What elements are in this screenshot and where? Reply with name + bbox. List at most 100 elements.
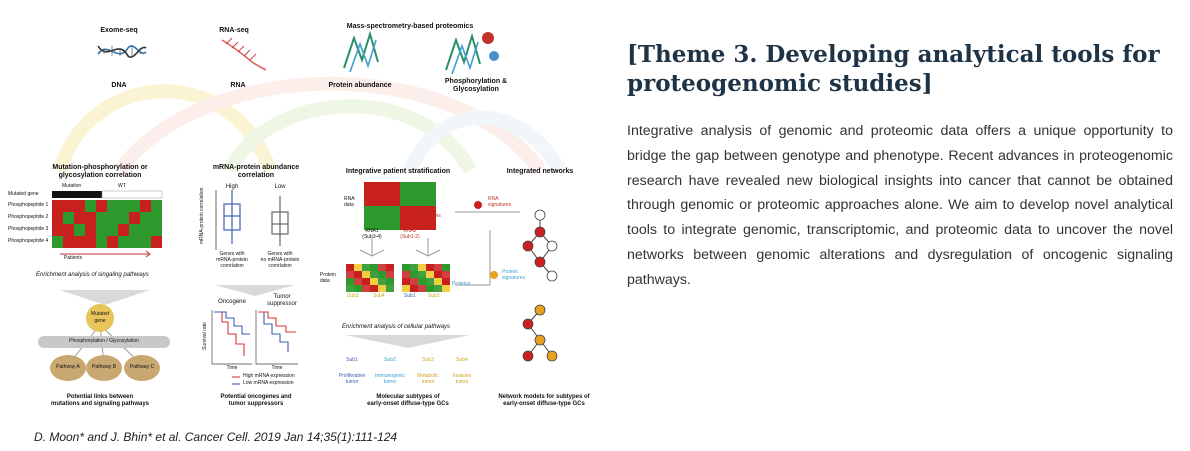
panel1-title-line1: Mutation-phosphorylation or <box>52 164 148 171</box>
heatmap-cell <box>346 278 354 285</box>
sub3-label-top: Sub3 <box>347 293 359 299</box>
rna-label: RNA <box>230 82 246 89</box>
phosphopeptide-1: Phosphopeptide 1 <box>8 202 49 208</box>
rna-signatures-label-2: signatures <box>488 202 512 208</box>
heatmap-cell <box>402 278 410 285</box>
heatmap-cell <box>362 278 370 285</box>
heatmap-cell <box>391 214 400 222</box>
panel2-title-line1: mRNA-protein abundance <box>212 164 300 171</box>
rna1-sub-label: (Sub3-4) <box>362 234 382 240</box>
pathway-b: Pathway B <box>92 364 116 370</box>
heatmap-cell <box>402 264 410 271</box>
heatmap-cell <box>418 271 426 278</box>
suppressor-label: suppressor <box>267 301 297 307</box>
network-bottom <box>527 309 553 357</box>
heatmap-cell <box>427 190 436 198</box>
panel1-caption-line2: mutations and signaling pathways <box>50 401 150 407</box>
heatmap-cell <box>129 224 140 236</box>
heatmap-cell <box>151 236 162 248</box>
heatmap-cell <box>442 271 450 278</box>
panel2-caption-line1: Potential oncogenes and <box>220 394 292 400</box>
heatmap-cell <box>378 278 386 285</box>
heatmap-cell <box>418 264 426 271</box>
heatmap-cell <box>402 285 410 292</box>
theme-description: Integrative analysis of genomic and prot… <box>627 123 1173 288</box>
heatmap-cell <box>409 214 418 222</box>
heatmap-cell <box>410 264 418 271</box>
protein-abundance-label: Protein abundance <box>328 82 392 89</box>
heatmap-cell <box>364 206 373 214</box>
background-arcs <box>53 76 567 175</box>
mutated-gene-label: Mutated gene <box>8 191 39 197</box>
subtype-4-label: Sub4 <box>456 357 468 363</box>
heatmap-cell <box>427 198 436 206</box>
heatmap-cell <box>400 182 409 190</box>
heatmap-cell <box>354 264 362 271</box>
heatmap-cell <box>373 182 382 190</box>
down-arrow-3 <box>345 335 470 348</box>
heatmap-cell <box>354 278 362 285</box>
citation: D. Moon* and J. Bhin* et al. Cancer Cell… <box>34 430 398 444</box>
heatmap-cell <box>434 264 442 271</box>
heatmap-cell <box>346 285 354 292</box>
rna-heatmap <box>364 182 436 230</box>
protein-heatmaps <box>346 264 450 292</box>
heatmap-cell <box>107 224 118 236</box>
oncogene-label: Oncogene <box>218 299 246 305</box>
phosphopeptide-4: Phosphopeptide 4 <box>8 238 49 244</box>
heatmap-cell <box>409 206 418 214</box>
rna-data-label-2: data <box>344 202 354 208</box>
heatmap-cell <box>402 271 410 278</box>
heatmap-cell <box>96 224 107 236</box>
ms-proteomics-label: Mass-spectrometry-based proteomics <box>346 23 474 30</box>
heatmap-cell <box>442 264 450 271</box>
heatmap-cell <box>410 271 418 278</box>
panel3-caption-line1: Molecular subtypes of <box>376 394 440 400</box>
heatmap-cell <box>74 236 85 248</box>
subtype-1-label: Sub1 <box>346 357 358 363</box>
heatmap-cell <box>382 214 391 222</box>
heatmap-cell <box>118 236 129 248</box>
heatmap-cell <box>364 190 373 198</box>
network-bottom-nodes <box>522 304 558 362</box>
heatmap-cell <box>426 285 434 292</box>
correlation-label-1: correlation <box>220 263 244 269</box>
patients-label: Patients <box>64 255 83 261</box>
heatmap-cell <box>52 224 63 236</box>
panel4-caption-line1: Network models for subtypes of <box>498 394 590 400</box>
heatmap-cell <box>85 212 96 224</box>
heatmap-cell <box>409 182 418 190</box>
heatmap-cell <box>373 206 382 214</box>
genes-label: Genes <box>426 213 441 219</box>
heatmap-cell <box>418 190 427 198</box>
rna-signature-dot <box>474 201 482 209</box>
exome-seq-label: Exome-seq <box>100 27 138 34</box>
heatmap-cell <box>74 224 85 236</box>
figure-graphics <box>38 30 567 385</box>
heatmap-cell <box>129 200 140 212</box>
sub4-label-top: Sub4 <box>373 293 385 299</box>
heatmap-cell <box>426 264 434 271</box>
heatmap-cell <box>382 182 391 190</box>
heatmap-cell <box>118 212 129 224</box>
mutation-label: Mutation <box>62 183 82 189</box>
heatmap-cell <box>354 271 362 278</box>
sub1-label-top: Sub1 <box>404 293 416 299</box>
heatmap-cell <box>442 285 450 292</box>
pathway-c: Pathway C <box>129 364 155 370</box>
heatmap-cell <box>382 198 391 206</box>
heatmap-cell <box>362 271 370 278</box>
heatmap-cell <box>96 212 107 224</box>
heatmap-cell <box>386 264 394 271</box>
subtype-1-tumor: tumor <box>345 379 359 385</box>
heatmap-cell <box>140 212 151 224</box>
panel1-caption-line1: Potential links between <box>66 394 134 400</box>
heatmap-cell <box>107 212 118 224</box>
heatmap-cell <box>410 285 418 292</box>
glyco-label: Glycosylation <box>453 86 499 93</box>
heatmap-cell <box>346 271 354 278</box>
heatmap-cell <box>151 212 162 224</box>
panel4-title: Integrated networks <box>506 168 574 175</box>
panel1-enrichment: Enrichment analysis of singaling pathway… <box>36 272 149 278</box>
survival-rate-label: Survival rate <box>202 322 208 350</box>
